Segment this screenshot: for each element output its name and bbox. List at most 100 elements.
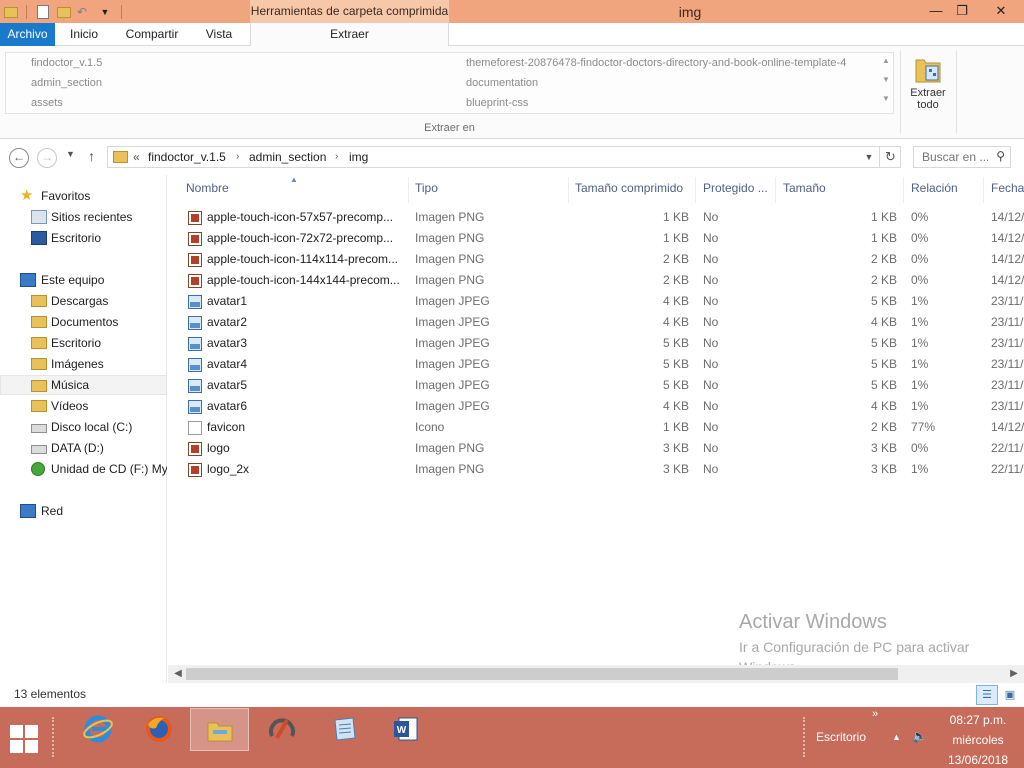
table-row[interactable]: avatar3 Imagen JPEG 5 KB No 5 KB 1% 23/11/: [168, 333, 1024, 354]
column-header-relacion[interactable]: Relación: [911, 181, 958, 195]
table-row[interactable]: avatar4 Imagen JPEG 5 KB No 5 KB 1% 23/11/: [168, 354, 1024, 375]
column-divider[interactable]: [983, 177, 984, 203]
clock[interactable]: 08:27 p.m. miércoles 13/06/2018: [936, 710, 1020, 768]
destination-item[interactable]: documentation: [466, 77, 538, 89]
folder-icon: [31, 380, 47, 392]
table-row[interactable]: apple-touch-icon-57x57-precomp... Imagen …: [168, 207, 1024, 228]
table-row[interactable]: avatar5 Imagen JPEG 5 KB No 5 KB 1% 23/11/: [168, 375, 1024, 396]
breadcrumb-overflow[interactable]: «: [133, 149, 140, 165]
desktop-toolbar-label[interactable]: Escritorio: [816, 730, 866, 744]
cell-date: 14/12/: [991, 252, 1024, 266]
volume-icon[interactable]: 🔈: [912, 729, 927, 743]
sidebar-item-disco-local[interactable]: Disco local (C:): [0, 417, 167, 437]
scrollbar-thumb[interactable]: [186, 668, 898, 680]
extract-destination-list[interactable]: findoctor_v.1.5 admin_section assets the…: [5, 52, 894, 114]
sidebar-item-musica[interactable]: Música: [0, 375, 167, 395]
sidebar-item-data[interactable]: DATA (D:): [0, 438, 167, 458]
sidebar-item-escritorio[interactable]: Escritorio: [0, 333, 167, 353]
forward-button[interactable]: →: [37, 148, 57, 168]
column-divider[interactable]: [408, 177, 409, 203]
sidebar-item-label: Documentos: [51, 315, 119, 329]
address-bar[interactable]: « findoctor_v.1.5 › admin_section › img …: [107, 146, 901, 168]
refresh-button[interactable]: ↻: [879, 147, 901, 167]
table-row[interactable]: logo Imagen PNG 3 KB No 3 KB 0% 22/11/: [168, 438, 1024, 459]
breadcrumb-item[interactable]: admin_section: [249, 149, 326, 165]
column-header-tamano-comprimido[interactable]: Tamaño comprimido: [575, 181, 683, 195]
scroll-down-arrow[interactable]: ▼: [881, 75, 891, 84]
maximize-button[interactable]: ❐: [947, 0, 977, 23]
word-icon[interactable]: W: [376, 708, 435, 751]
destination-item[interactable]: themeforest-20876478-findoctor-doctors-d…: [466, 57, 876, 69]
file-explorer-icon[interactable]: [190, 708, 249, 751]
horizontal-scrollbar[interactable]: ◀ ▶: [168, 665, 1024, 683]
destination-item[interactable]: blueprint-css: [466, 97, 528, 109]
sidebar-item-documentos[interactable]: Documentos: [0, 312, 167, 332]
column-header-nombre[interactable]: Nombre: [186, 181, 229, 195]
close-button[interactable]: ✕: [986, 0, 1016, 23]
column-divider[interactable]: [695, 177, 696, 203]
search-icon[interactable]: ⚲: [996, 149, 1005, 163]
cell-name: logo_2x: [207, 462, 250, 476]
search-box[interactable]: ⚲: [913, 146, 1011, 168]
sidebar-item-descargas[interactable]: Descargas: [0, 291, 167, 311]
recent-locations-dropdown[interactable]: ▼: [66, 149, 75, 159]
breadcrumb-separator-icon[interactable]: ›: [236, 149, 239, 165]
toolbar-overflow[interactable]: »: [872, 708, 878, 720]
start-button[interactable]: [10, 725, 38, 753]
up-button[interactable]: ↑: [88, 148, 95, 164]
scroll-up-arrow[interactable]: ▲: [881, 56, 891, 65]
details-view-icon[interactable]: ☰: [976, 685, 998, 705]
table-row[interactable]: apple-touch-icon-114x114-precom... Imagen…: [168, 249, 1024, 270]
undo-icon[interactable]: ↶: [77, 4, 93, 20]
properties-icon[interactable]: [37, 4, 53, 20]
address-dropdown-icon[interactable]: ▼: [860, 149, 878, 165]
tab-inicio[interactable]: Inicio: [62, 23, 106, 46]
table-row[interactable]: favicon Icono 1 KB No 2 KB 77% 14/12/: [168, 417, 1024, 438]
tab-archivo[interactable]: Archivo: [0, 23, 55, 46]
tab-vista[interactable]: Vista: [197, 23, 241, 46]
back-button[interactable]: ←: [9, 148, 29, 168]
expand-gallery-icon[interactable]: ▼: [881, 94, 891, 103]
destination-item[interactable]: assets: [31, 97, 63, 109]
extract-all-button[interactable]: Extraer todo: [905, 54, 951, 111]
tab-extraer[interactable]: Extraer: [250, 23, 449, 47]
sidebar-item-escritorio-fav[interactable]: Escritorio: [0, 228, 167, 248]
notepad-icon[interactable]: [314, 708, 373, 751]
table-row[interactable]: avatar1 Imagen JPEG 4 KB No 5 KB 1% 23/11/: [168, 291, 1024, 312]
customize-toolbar-icon[interactable]: ▼: [97, 4, 113, 20]
sidebar-item-favoritos[interactable]: ★ Favoritos: [0, 186, 167, 206]
column-header-tamano[interactable]: Tamaño: [783, 181, 826, 195]
scroll-right-arrow[interactable]: ▶: [1006, 666, 1022, 682]
sidebar-item-este-equipo[interactable]: Este equipo: [0, 270, 167, 290]
table-row[interactable]: logo_2x Imagen PNG 3 KB No 3 KB 1% 22/11/: [168, 459, 1024, 480]
large-icons-view-icon[interactable]: ▣: [999, 685, 1021, 705]
scroll-left-arrow[interactable]: ◀: [170, 666, 186, 682]
table-row[interactable]: apple-touch-icon-72x72-precomp... Imagen …: [168, 228, 1024, 249]
column-header-fecha[interactable]: Fecha: [991, 181, 1024, 195]
sidebar-item-unidad-cd[interactable]: Unidad de CD (F:) My: [0, 459, 167, 479]
new-folder-icon[interactable]: [57, 4, 73, 20]
column-divider[interactable]: [568, 177, 569, 203]
sidebar-item-red[interactable]: Red: [0, 501, 167, 521]
search-input[interactable]: [914, 147, 988, 167]
breadcrumb-item[interactable]: findoctor_v.1.5: [148, 149, 226, 165]
sidebar-item-sitios-recientes[interactable]: Sitios recientes: [0, 207, 167, 227]
destination-item[interactable]: admin_section: [31, 77, 102, 89]
app-icon[interactable]: [252, 708, 311, 751]
table-row[interactable]: avatar2 Imagen JPEG 4 KB No 4 KB 1% 23/11/: [168, 312, 1024, 333]
show-hidden-icons-icon[interactable]: ▲: [892, 732, 901, 742]
sidebar-item-imagenes[interactable]: Imágenes: [0, 354, 167, 374]
breadcrumb-separator-icon[interactable]: ›: [335, 149, 338, 165]
table-row[interactable]: apple-touch-icon-144x144-precom... Imagen…: [168, 270, 1024, 291]
column-header-protegido[interactable]: Protegido ...: [703, 181, 768, 195]
column-divider[interactable]: [775, 177, 776, 203]
destination-item[interactable]: findoctor_v.1.5: [31, 57, 102, 69]
table-row[interactable]: avatar6 Imagen JPEG 4 KB No 4 KB 1% 23/11/: [168, 396, 1024, 417]
column-divider[interactable]: [903, 177, 904, 203]
sidebar-item-videos[interactable]: Vídeos: [0, 396, 167, 416]
breadcrumb-item[interactable]: img: [349, 149, 368, 165]
tab-compartir[interactable]: Compartir: [118, 23, 186, 46]
internet-explorer-icon[interactable]: [68, 708, 127, 751]
firefox-icon[interactable]: [129, 708, 188, 751]
column-header-tipo[interactable]: Tipo: [415, 181, 438, 195]
